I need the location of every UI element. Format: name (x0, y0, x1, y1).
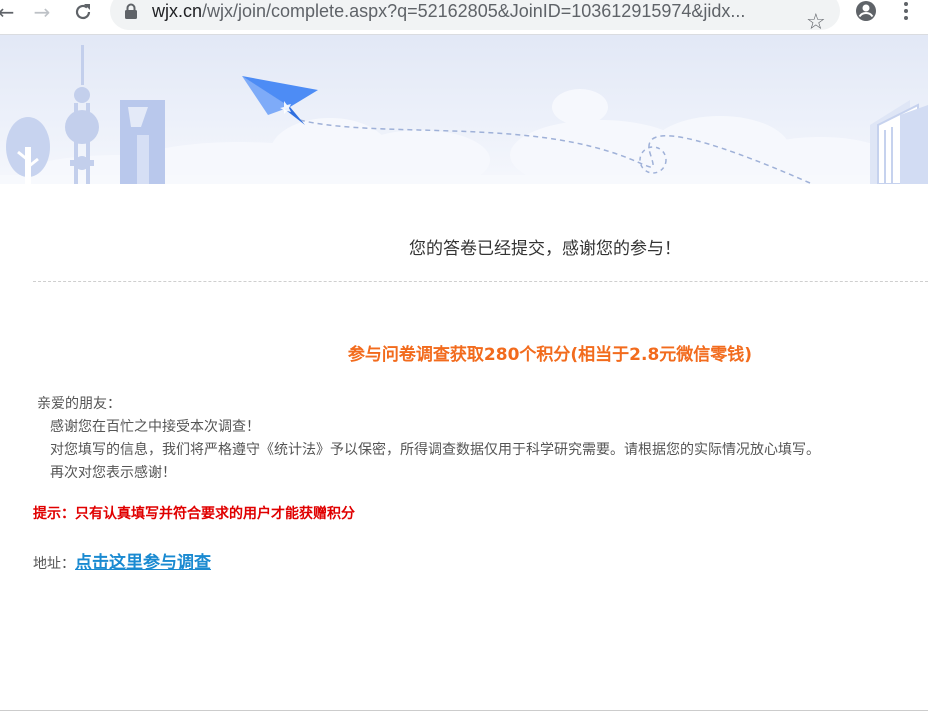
star-icon[interactable]: ☆ (806, 10, 826, 35)
letter-greeting: 亲爱的朋友： (37, 396, 121, 412)
paper-plane-icon (242, 76, 318, 125)
letter-text: 亲爱的朋友： 感谢您在百忙之中接受本次调查！ 对您填写的信息，我们将严格遵守《统… (37, 393, 820, 485)
lock-icon[interactable] (124, 3, 138, 23)
letter-line-2: 对您填写的信息，我们将严格遵守《统计法》予以保密，所得调查数据仅用于科学研究需要… (50, 442, 820, 458)
tower-illustration (65, 45, 99, 184)
url-text[interactable]: wjx.cn/wjx/join/complete.aspx?q=52162805… (152, 1, 745, 22)
letter-line-3: 再次对您表示感谢！ (50, 465, 176, 481)
browser-toolbar: ← → wjx.cn/wjx/join/complete.aspx?q=5216… (0, 0, 928, 35)
dashed-divider (33, 281, 928, 282)
address-row: 地址：点击这里参与调查 (33, 548, 211, 573)
reload-icon[interactable] (71, 0, 95, 24)
header-banner (0, 35, 928, 184)
address-label: 地址： (33, 556, 75, 572)
tip-text: 提示：只有认真填写并符合要求的用户才能获赠积分 (33, 506, 355, 522)
url-host: wjx.cn (152, 1, 203, 21)
book-illustration (870, 100, 928, 184)
address-bar[interactable]: wjx.cn/wjx/join/complete.aspx?q=52162805… (110, 0, 840, 30)
back-icon[interactable]: ← (0, 0, 18, 24)
join-survey-link[interactable]: 点击这里参与调查 (75, 553, 211, 573)
forward-icon[interactable]: → (30, 0, 54, 24)
menu-icon[interactable] (896, 2, 916, 24)
building-illustration (120, 100, 165, 184)
letter-line-1: 感谢您在百忙之中接受本次调查！ (50, 419, 260, 435)
bottom-divider (0, 710, 928, 711)
submission-thanks-message: 您的答卷已经提交，感谢您的参与！ (409, 239, 681, 259)
banner-illustration (0, 45, 928, 184)
url-path: /wjx/join/complete.aspx?q=52162805&JoinI… (202, 1, 746, 21)
points-promo-text: 参与问卷调查获取280个积分(相当于2.8元微信零钱) (347, 345, 753, 365)
account-icon[interactable] (855, 0, 877, 26)
